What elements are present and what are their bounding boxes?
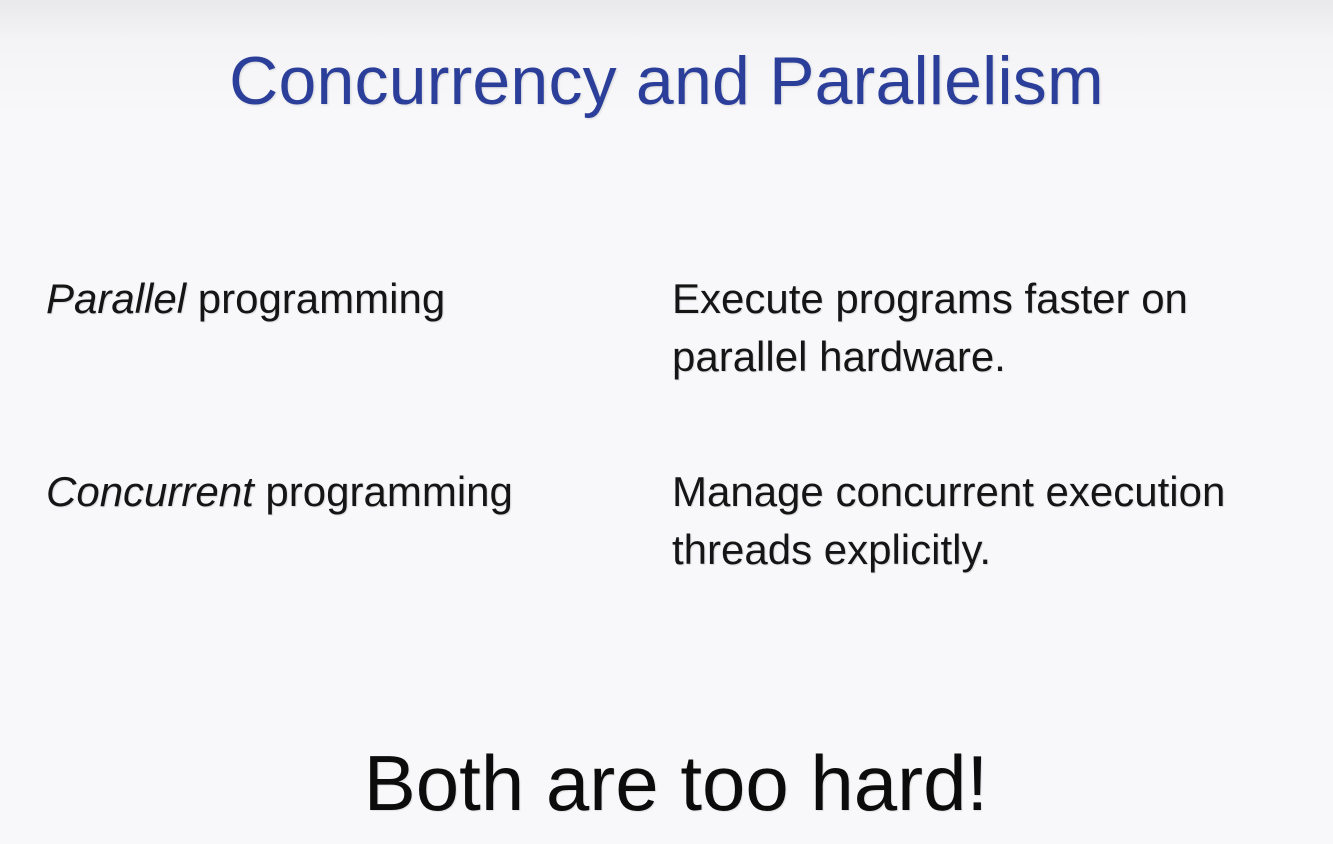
term-parallel-programming: Parallel programming: [46, 270, 445, 328]
slide-title: Concurrency and Parallelism: [229, 43, 1104, 119]
term-rest: programming: [253, 468, 513, 515]
description-line: parallel hardware.: [672, 333, 1006, 380]
description-line: Execute programs faster on: [672, 275, 1188, 322]
description-line: threads explicitly.: [672, 526, 992, 573]
slide: Concurrency and Parallelism Parallel pro…: [0, 0, 1333, 844]
term-rest: programming: [186, 275, 446, 322]
term-concurrent-programming: Concurrent programming: [46, 463, 513, 521]
description-parallel-programming: Execute programs faster on parallel hard…: [672, 270, 1322, 386]
term-emphasis: Concurrent: [46, 468, 254, 515]
description-concurrent-programming: Manage concurrent execution threads expl…: [672, 463, 1322, 579]
term-emphasis: Parallel: [46, 275, 187, 322]
conclusion-text: Both are too hard!: [363, 739, 989, 827]
description-line: Manage concurrent execution: [672, 468, 1226, 515]
